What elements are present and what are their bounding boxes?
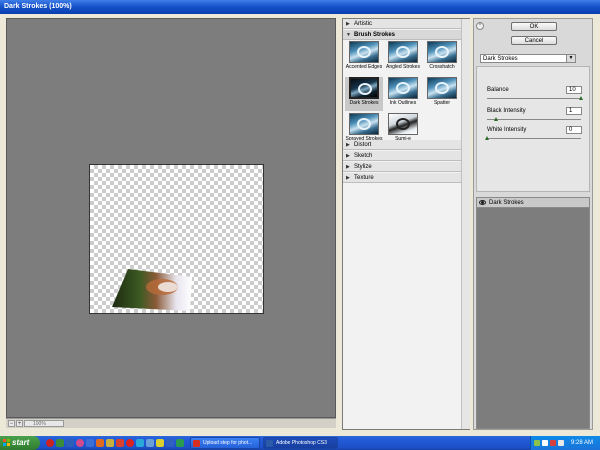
browser-icon [193,440,200,447]
expand-arrow-icon: ▶ [346,142,350,148]
windows-logo-icon [3,439,10,446]
category-brush-strokes[interactable]: ▼ Brush Strokes [343,30,461,40]
settings-panel: ⌃ OK Cancel Dark Strokes ▼ Balance 10 Bl… [473,18,593,446]
category-artistic[interactable]: ▶ Artistic [343,19,461,29]
white-intensity-label: White Intensity [487,127,527,133]
category-distort[interactable]: ▶ Distort [343,140,461,150]
gallery-scrollbar[interactable] [461,19,470,429]
effect-layer-row[interactable]: Dark Strokes [477,198,589,208]
filter-list: ▶ Artistic ▼ Brush Strokes Accented Edges … [343,19,461,429]
white-intensity-field[interactable]: 0 [566,126,582,134]
effect-layers-panel: Dark Strokes [476,197,590,429]
window-title-bar[interactable]: Dark Strokes (100%) [0,0,600,14]
filter-gallery: ▶ Artistic ▼ Brush Strokes Accented Edges … [342,18,470,430]
thumb-crosshatch[interactable]: Crosshatch [423,41,461,75]
white-intensity-slider-knob[interactable] [485,136,489,140]
balance-field[interactable]: 10 [566,86,582,94]
balance-label: Balance [487,87,509,93]
category-stylize[interactable]: ▶ Stylize [343,162,461,172]
quicklaunch-app-icon[interactable] [146,439,154,447]
preview-status-bar: − + 100% [6,418,336,428]
preview-area[interactable] [6,18,336,418]
thumb-dark-strokes[interactable]: Dark Strokes [345,77,383,111]
category-sketch[interactable]: ▶ Sketch [343,151,461,161]
quicklaunch-app-icon[interactable] [126,439,134,447]
expand-arrow-icon: ▶ [346,175,350,181]
expand-arrow-icon: ▶ [346,21,350,27]
white-intensity-slider[interactable] [487,138,581,139]
start-button[interactable]: start [0,436,40,450]
collapse-gallery-icon[interactable]: ⌃ [476,22,484,30]
tray-app-icon[interactable] [542,440,548,446]
collapse-arrow-icon: ▼ [346,32,351,38]
black-intensity-label: Black Intensity [487,108,526,114]
task-upload-step[interactable]: Upload step for phot... [190,437,260,449]
quicklaunch-app-icon[interactable] [66,439,74,447]
cancel-button[interactable]: Cancel [511,36,557,45]
quicklaunch-app-icon[interactable] [106,439,114,447]
task-adobe-photoshop[interactable]: Adobe Photoshop CS3 [263,437,338,449]
filter-settings: Balance 10 Black Intensity 1 White Inten… [476,66,590,192]
thumb-accented-edges[interactable]: Accented Edges [345,41,383,75]
system-tray: 9:28 AM [530,436,600,450]
zoom-in-button[interactable]: + [16,420,23,427]
ok-button[interactable]: OK [511,22,557,31]
filter-select[interactable]: Dark Strokes ▼ [480,54,576,63]
preview-canvas [89,164,264,314]
eye-icon[interactable] [479,200,486,205]
quicklaunch-app-icon[interactable] [176,439,184,447]
black-intensity-field[interactable]: 1 [566,107,582,115]
tray-app-icon[interactable] [534,440,540,446]
clock: 9:28 AM [571,440,594,446]
black-intensity-slider-knob[interactable] [494,117,499,121]
thumb-spatter[interactable]: Spatter [423,77,461,111]
quicklaunch-opera-icon[interactable] [46,439,54,447]
balance-slider-knob[interactable] [579,96,583,100]
quicklaunch-app-icon[interactable] [156,439,164,447]
balance-slider[interactable] [487,98,581,99]
zoom-out-button[interactable]: − [8,420,15,427]
thumb-ink-outlines[interactable]: Ink Outlines [384,77,422,111]
black-intensity-slider[interactable] [487,119,581,120]
thumb-angled-strokes[interactable]: Angled Strokes [384,41,422,75]
category-texture[interactable]: ▶ Texture [343,173,461,183]
quicklaunch-app-icon[interactable] [166,439,174,447]
taskbar: start Upload step for phot... Adobe Phot… [0,436,600,450]
quicklaunch-app-icon[interactable] [86,439,94,447]
photoshop-icon [266,440,273,447]
chevron-down-icon: ▼ [566,55,575,62]
quicklaunch-app-icon[interactable] [56,439,64,447]
window-title: Dark Strokes (100%) [4,3,72,10]
expand-arrow-icon: ▶ [346,153,350,159]
brush-image [112,269,192,311]
quicklaunch-app-icon[interactable] [96,439,104,447]
quicklaunch-app-icon[interactable] [76,439,84,447]
tray-app-icon[interactable] [550,440,556,446]
quicklaunch-app-icon[interactable] [136,439,144,447]
expand-arrow-icon: ▶ [346,164,350,170]
quicklaunch-app-icon[interactable] [116,439,124,447]
volume-icon[interactable] [558,440,564,446]
zoom-select[interactable]: 100% [24,420,64,427]
